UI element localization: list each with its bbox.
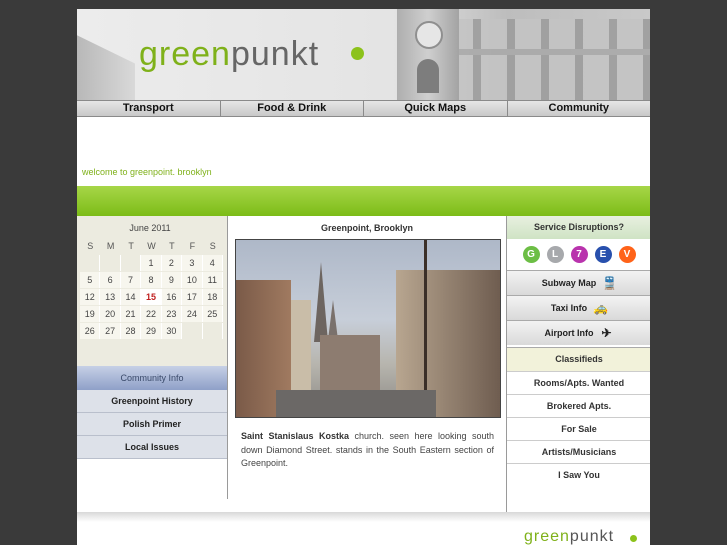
calendar-day[interactable]: 20 [100, 306, 121, 322]
clock-tower-image [397, 9, 459, 100]
calendar-day[interactable]: 16 [161, 289, 183, 305]
line-e-icon[interactable]: E [594, 246, 612, 263]
calendar-day[interactable]: 10 [182, 272, 203, 288]
calendar-day[interactable]: 21 [120, 306, 142, 322]
calendar-day[interactable]: 12 [80, 289, 101, 305]
calendar-grid: S M T W T F S 1 2 3 4 5 6 7 8 9 10 11 12… [80, 238, 223, 339]
line-l-icon[interactable]: L [546, 246, 564, 263]
calendar-day[interactable]: 23 [161, 306, 183, 322]
calendar-day[interactable]: 17 [182, 289, 203, 305]
calendar-day[interactable]: 30 [161, 323, 183, 339]
community-info-header: Community Info [77, 366, 227, 390]
line-7-icon[interactable]: 7 [570, 246, 588, 263]
calendar-day[interactable]: 25 [202, 306, 223, 322]
subway-lines: G L 7 E V [507, 239, 650, 270]
calendar-title: June 2011 [129, 223, 171, 233]
calendar-dow: S [87, 241, 94, 251]
train-icon: 🚆 [602, 276, 618, 290]
calendar-day-empty [121, 255, 142, 271]
subway-map-button[interactable]: Subway Map 🚆 [507, 270, 650, 295]
welcome-text: welcome to greenpoint. brooklyn [82, 167, 212, 177]
calendar-dow: M [106, 241, 115, 251]
calendar-day[interactable]: 7 [120, 272, 142, 288]
calendar-day[interactable]: 26 [80, 323, 101, 339]
link-brokered-apts[interactable]: Brokered Apts. [507, 394, 650, 418]
calendar-day[interactable]: 1 [141, 255, 162, 271]
link-local-issues[interactable]: Local Issues [77, 436, 227, 459]
nav-food-drink[interactable]: Food & Drink [220, 101, 364, 116]
calendar-day[interactable]: 13 [100, 289, 121, 305]
photo-caption: Saint Stanislaus Kostka church. seen her… [241, 430, 494, 471]
caption-bold: Saint Stanislaus Kostka [241, 431, 349, 441]
airport-info-button[interactable]: Airport Info ✈ [507, 320, 650, 345]
taxi-info-button[interactable]: Taxi Info 🚕 [507, 295, 650, 320]
line-g-icon[interactable]: G [522, 246, 540, 263]
calendar-day[interactable]: 9 [161, 272, 183, 288]
calendar-dow: T [128, 241, 134, 251]
nav-transport[interactable]: Transport [77, 101, 221, 116]
calendar-day[interactable]: 6 [100, 272, 121, 288]
link-i-saw-you[interactable]: I Saw You [507, 463, 650, 487]
calendar-day-empty [80, 255, 101, 271]
main-nav: Transport Food & Drink Quick Maps Commun… [77, 100, 650, 117]
header-banner: greenpunkt [77, 9, 650, 100]
calendar-day-empty [100, 255, 121, 271]
service-disruptions-header[interactable]: Service Disruptions? [507, 216, 650, 239]
nav-community[interactable]: Community [507, 101, 650, 116]
calendar-dow: S [209, 241, 216, 251]
nav-quick-maps[interactable]: Quick Maps [364, 101, 508, 116]
footer-logo-dot-icon [630, 535, 637, 542]
clock-icon [415, 21, 443, 49]
link-for-sale[interactable]: For Sale [507, 417, 650, 441]
calendar-dow: W [147, 241, 156, 251]
calendar-dow: F [189, 241, 196, 251]
calendar-day[interactable]: 5 [80, 272, 101, 288]
left-column: June 2011 S M T W T F S 1 2 3 4 5 6 7 8 … [77, 216, 228, 499]
footer-divider [77, 512, 650, 522]
calendar-day[interactable]: 22 [141, 306, 162, 322]
photo-title: Greenpoint, Brooklyn [320, 223, 413, 233]
building-image-left [77, 35, 135, 100]
classifieds-header[interactable]: Classifieds [507, 347, 650, 371]
center-column: Greenpoint, Brooklyn Saint Stanislaus Ko… [228, 216, 506, 499]
airplane-icon: ✈ [601, 326, 612, 340]
link-greenpoint-history[interactable]: Greenpoint History [77, 390, 227, 413]
calendar-day[interactable]: 8 [141, 272, 162, 288]
calendar-day-today[interactable]: 15 [141, 289, 162, 305]
calendar-day[interactable]: 11 [202, 272, 223, 288]
calendar-day[interactable]: 19 [80, 306, 101, 322]
logo-dot-icon [351, 47, 364, 60]
link-polish-primer[interactable]: Polish Primer [77, 413, 227, 436]
calendar-day[interactable]: 3 [182, 255, 203, 271]
page: greenpunkt Transport Food & Drink Quick … [77, 9, 650, 545]
calendar-day[interactable]: 28 [120, 323, 142, 339]
taxi-icon: 🚕 [593, 301, 609, 315]
church-photo [235, 239, 501, 418]
calendar-day[interactable]: 4 [202, 255, 223, 271]
calendar-day-empty [182, 323, 203, 339]
footer-logo[interactable]: greenpunkt [524, 528, 614, 545]
line-v-icon[interactable]: V [618, 246, 636, 263]
right-column: Service Disruptions? G L 7 E V Subway Ma… [506, 216, 650, 516]
site-logo[interactable]: greenpunkt [139, 35, 319, 74]
green-divider-bar [77, 186, 650, 216]
calendar-day-empty [203, 323, 223, 339]
calendar-dow: T [169, 241, 175, 251]
calendar-day[interactable]: 2 [161, 255, 183, 271]
link-artists-musicians[interactable]: Artists/Musicians [507, 440, 650, 464]
calendar-day[interactable]: 24 [182, 306, 203, 322]
calendar-day[interactable]: 29 [141, 323, 162, 339]
building-facade-image [459, 19, 650, 100]
calendar-day[interactable]: 18 [202, 289, 223, 305]
link-rooms-wanted[interactable]: Rooms/Apts. Wanted [507, 371, 650, 395]
calendar: June 2011 S M T W T F S 1 2 3 4 5 6 7 8 … [77, 216, 227, 366]
calendar-day[interactable]: 14 [120, 289, 142, 305]
calendar-day[interactable]: 27 [100, 323, 121, 339]
